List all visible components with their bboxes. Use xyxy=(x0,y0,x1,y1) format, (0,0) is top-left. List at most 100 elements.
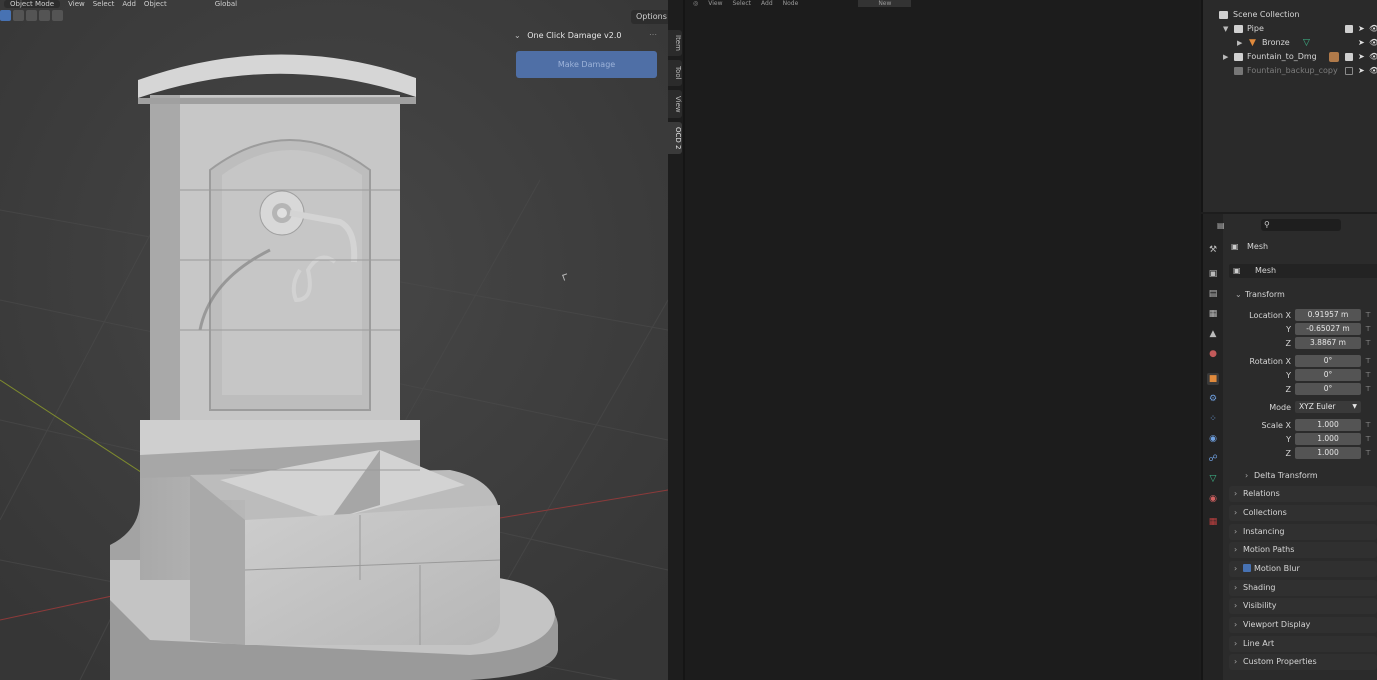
tab-tool[interactable]: Tool xyxy=(668,60,682,86)
modifier-tab-icon[interactable]: ⚙ xyxy=(1207,393,1219,405)
object-tab-icon[interactable]: ■ xyxy=(1207,373,1219,385)
delta-transform-subpanel[interactable]: Delta Transform xyxy=(1254,471,1318,480)
scale-y-field[interactable]: 1.000 xyxy=(1295,433,1361,445)
menu-view[interactable]: View xyxy=(708,0,722,7)
tool-tab-icon[interactable]: ⚒ xyxy=(1207,244,1219,256)
menu-node[interactable]: Node xyxy=(783,0,799,7)
datablock-selector[interactable]: ▣ Mesh xyxy=(1229,264,1377,278)
eye-icon[interactable]: 👁 xyxy=(1369,22,1377,36)
section-motion-paths[interactable]: › Motion Paths xyxy=(1229,542,1377,558)
rotation-y-field[interactable]: 0° xyxy=(1295,369,1361,381)
select-arrow-icon[interactable]: ➤ xyxy=(1358,36,1365,50)
outliner-row-scene-collection[interactable]: Scene Collection xyxy=(1203,8,1377,22)
outliner[interactable]: Scene Collection ▼ Pipe ➤ 👁 ▶ ▼ Bronze ▽… xyxy=(1201,0,1377,212)
exclude-checkbox[interactable] xyxy=(1345,67,1353,75)
view-layer-tab-icon[interactable]: ▦ xyxy=(1207,308,1219,320)
drag-handle-icon[interactable]: ⋯ xyxy=(649,30,657,39)
menu-select[interactable]: Select xyxy=(93,0,115,8)
expand-arrow-icon[interactable]: ▼ xyxy=(1223,22,1228,36)
particles-tab-icon[interactable]: ⁘ xyxy=(1207,413,1219,425)
lock-icon[interactable]: ⊤ xyxy=(1365,421,1371,429)
tab-view[interactable]: View xyxy=(668,90,682,118)
eye-icon[interactable]: 👁 xyxy=(1369,50,1377,64)
lock-icon[interactable]: ⊤ xyxy=(1365,435,1371,443)
lock-icon[interactable]: ⊤ xyxy=(1365,449,1371,457)
properties-search-input[interactable]: ⚲ xyxy=(1261,219,1341,231)
mode-dropdown[interactable]: Object Mode xyxy=(4,0,61,8)
section-line-art[interactable]: › Line Art xyxy=(1229,636,1377,652)
select-new-icon[interactable] xyxy=(0,10,11,21)
texture-tab-icon[interactable]: ▦ xyxy=(1207,516,1219,528)
output-tab-icon[interactable]: ▤ xyxy=(1207,288,1219,300)
node-editor[interactable]: ◎ View Select Add Node New xyxy=(683,0,1199,680)
select-extend-icon[interactable] xyxy=(13,10,24,21)
location-y-field[interactable]: -0.65027 m xyxy=(1295,323,1361,335)
location-x-field[interactable]: 0.91957 m xyxy=(1295,309,1361,321)
location-z-field[interactable]: 3.8867 m xyxy=(1295,337,1361,349)
rotation-x-field[interactable]: 0° xyxy=(1295,355,1361,367)
lock-icon[interactable]: ⊤ xyxy=(1365,357,1371,365)
options-button[interactable]: Options ▼ xyxy=(631,10,668,24)
select-subtract-icon[interactable] xyxy=(26,10,37,21)
material-tab-icon[interactable]: ◉ xyxy=(1207,493,1219,505)
select-arrow-icon[interactable]: ➤ xyxy=(1358,22,1365,36)
section-custom-properties[interactable]: › Custom Properties xyxy=(1229,654,1377,670)
expand-arrow-icon[interactable]: ▶ xyxy=(1223,50,1228,64)
transform-section-title[interactable]: Transform xyxy=(1245,290,1285,299)
eye-icon[interactable]: 👁 xyxy=(1369,64,1377,78)
select-invert-icon[interactable] xyxy=(52,10,63,21)
section-collections[interactable]: › Collections xyxy=(1229,505,1377,521)
lock-icon[interactable]: ⊤ xyxy=(1365,371,1371,379)
data-tab-icon[interactable]: ▽ xyxy=(1207,473,1219,485)
chevron-down-icon[interactable]: ⌄ xyxy=(1235,290,1242,299)
panel-header[interactable]: ⌄ One Click Damage v2.0 xyxy=(514,31,621,40)
scale-x-field[interactable]: 1.000 xyxy=(1295,419,1361,431)
3d-viewport[interactable]: Object Mode View Select Add Object Globa… xyxy=(0,0,668,680)
outliner-row-bronze[interactable]: ▶ ▼ Bronze ▽ ➤ 👁 xyxy=(1203,36,1377,50)
select-arrow-icon[interactable]: ➤ xyxy=(1358,64,1365,78)
rotation-mode-dropdown[interactable]: XYZ Euler ▼ xyxy=(1295,401,1361,413)
exclude-checkbox[interactable] xyxy=(1345,53,1353,61)
menu-add[interactable]: Add xyxy=(122,0,136,8)
scale-z-field[interactable]: 1.000 xyxy=(1295,447,1361,459)
exclude-checkbox[interactable] xyxy=(1345,25,1353,33)
outliner-row-fountain-backup-copy[interactable]: Fountain_backup_copy ➤ 👁 xyxy=(1203,64,1377,78)
scene-tab-icon[interactable]: ▲ xyxy=(1207,328,1219,340)
physics-tab-icon[interactable]: ◉ xyxy=(1207,433,1219,445)
rotation-z-field[interactable]: 0° xyxy=(1295,383,1361,395)
select-intersect-icon[interactable] xyxy=(39,10,50,21)
menu-object[interactable]: Object xyxy=(144,0,167,8)
new-button[interactable]: New xyxy=(858,0,912,7)
section-instancing[interactable]: › Instancing xyxy=(1229,524,1377,540)
select-arrow-icon[interactable]: ➤ xyxy=(1358,50,1365,64)
lock-icon[interactable]: ⊤ xyxy=(1365,385,1371,393)
editor-type-icon[interactable]: ▤ xyxy=(1217,221,1225,230)
motion-blur-checkbox[interactable] xyxy=(1243,564,1251,572)
lock-icon[interactable]: ⊤ xyxy=(1365,311,1371,319)
expand-arrow-icon[interactable]: ▶ xyxy=(1237,36,1242,50)
lock-icon[interactable]: ⊤ xyxy=(1365,325,1371,333)
menu-view[interactable]: View xyxy=(68,0,85,8)
editor-type-icon[interactable]: ◎ xyxy=(693,0,698,7)
fountain-model[interactable] xyxy=(0,0,668,680)
outliner-row-pipe[interactable]: ▼ Pipe ➤ 👁 xyxy=(1203,22,1377,36)
menu-add[interactable]: Add xyxy=(761,0,773,7)
tab-item[interactable]: Item xyxy=(668,30,682,56)
properties-editor[interactable]: ⚒ ▣ ▤ ▦ ▲ ● ■ ⚙ ⁘ ◉ ☍ ▽ ◉ ▦ ▤ ⚲ ▣ Mesh ▣… xyxy=(1201,214,1377,680)
render-tab-icon[interactable]: ▣ xyxy=(1207,268,1219,280)
make-damage-button[interactable]: Make Damage xyxy=(516,51,657,78)
orientation-dropdown[interactable]: Global xyxy=(215,0,237,8)
section-motion-blur[interactable]: › Motion Blur xyxy=(1229,561,1377,577)
lock-icon[interactable]: ⊤ xyxy=(1365,339,1371,347)
outliner-row-fountain-to-dmg[interactable]: ▶ Fountain_to_Dmg ➤ 👁 xyxy=(1203,50,1377,64)
chevron-right-icon[interactable]: › xyxy=(1245,471,1248,480)
constraints-tab-icon[interactable]: ☍ xyxy=(1207,453,1219,465)
world-tab-icon[interactable]: ● xyxy=(1207,348,1219,360)
section-shading[interactable]: › Shading xyxy=(1229,580,1377,596)
menu-select[interactable]: Select xyxy=(733,0,752,7)
eye-icon[interactable]: 👁 xyxy=(1369,36,1377,50)
tab-ocd2[interactable]: OCD 2 xyxy=(668,122,682,154)
section-viewport-display[interactable]: › Viewport Display xyxy=(1229,617,1377,633)
section-relations[interactable]: › Relations xyxy=(1229,486,1377,502)
section-visibility[interactable]: › Visibility xyxy=(1229,598,1377,614)
